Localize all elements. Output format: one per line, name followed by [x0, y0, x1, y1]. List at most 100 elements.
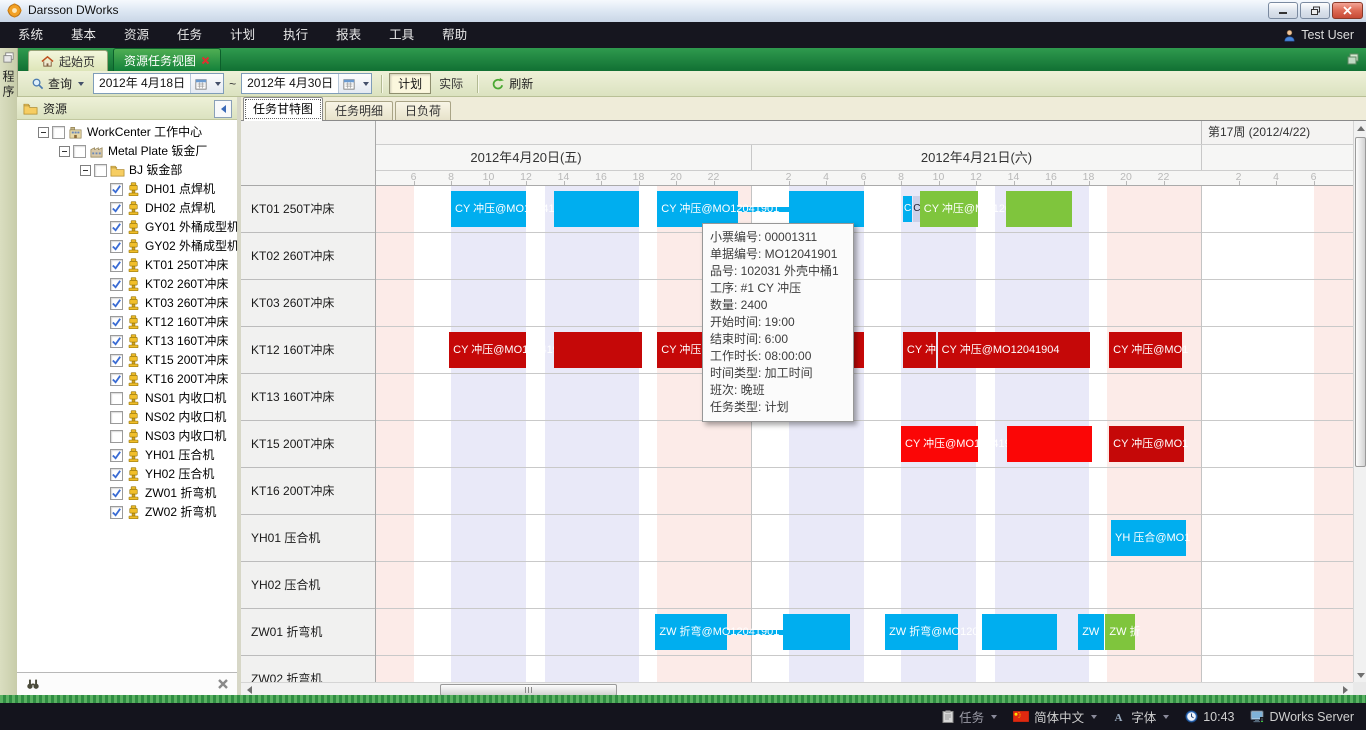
tree-item[interactable]: NS02 内收口机	[17, 408, 237, 427]
task-bar[interactable]	[783, 614, 851, 650]
status-tasks[interactable]: 任务	[942, 707, 997, 726]
task-bar[interactable]: CY 冲压@MO12041904	[449, 332, 526, 368]
task-bar[interactable]: CY 冲压@MO12041903	[901, 426, 978, 462]
checkbox[interactable]	[110, 259, 123, 272]
minimize-button[interactable]	[1268, 2, 1298, 19]
checkbox[interactable]	[110, 392, 123, 405]
menu-item-任务[interactable]: 任务	[163, 22, 216, 48]
view-tab-3[interactable]: 日负荷	[395, 101, 451, 121]
checkbox[interactable]	[110, 354, 123, 367]
date-from-picker[interactable]: 2012年 4月18日	[93, 73, 224, 94]
scroll-up-button[interactable]	[1354, 121, 1366, 135]
tree-item[interactable]: KT03 260T冲床	[17, 294, 237, 313]
checkbox[interactable]	[110, 411, 123, 424]
chevron-down-icon[interactable]	[210, 74, 223, 93]
tab-resource-task-view[interactable]: 资源任务视图	[113, 48, 221, 71]
checkbox[interactable]	[110, 449, 123, 462]
programs-side-strip[interactable]: 程序	[0, 48, 18, 695]
tree-item[interactable]: KT13 160T冲床	[17, 332, 237, 351]
checkbox[interactable]	[110, 430, 123, 443]
binoculars-icon[interactable]	[26, 677, 40, 691]
tree-item[interactable]: KT02 260T冲床	[17, 275, 237, 294]
expander-minus-icon[interactable]	[38, 127, 49, 138]
task-bar[interactable]	[554, 191, 638, 227]
tree-item[interactable]: KT16 200T冲床	[17, 370, 237, 389]
tree-item[interactable]: Metal Plate 钣金厂	[17, 142, 237, 161]
task-bar[interactable]	[789, 191, 864, 227]
status-language[interactable]: 简体中文	[1013, 707, 1097, 726]
menu-item-报表[interactable]: 报表	[322, 22, 375, 48]
tree-item[interactable]: KT01 250T冲床	[17, 256, 237, 275]
menu-item-基本[interactable]: 基本	[57, 22, 110, 48]
vertical-scrollbar[interactable]	[1353, 121, 1366, 682]
close-button[interactable]	[1332, 2, 1363, 19]
task-chip[interactable]: C	[903, 196, 912, 222]
menu-item-计划[interactable]: 计划	[216, 22, 269, 48]
task-bar[interactable]: ZW 折弯@MO12041901	[885, 614, 958, 650]
checkbox[interactable]	[110, 297, 123, 310]
horizontal-scrollbar[interactable]	[241, 682, 1353, 696]
tree-item[interactable]: YH01 压合机	[17, 446, 237, 465]
tree-item[interactable]: NS01 内收口机	[17, 389, 237, 408]
checkbox[interactable]	[73, 145, 86, 158]
task-bar[interactable]: ZW	[1078, 614, 1103, 650]
task-bar[interactable]	[1007, 426, 1092, 462]
task-bar[interactable]	[982, 614, 1057, 650]
task-bar[interactable]	[1006, 191, 1072, 227]
task-bar[interactable]: ZW 折弯@MO12041901	[655, 614, 726, 650]
tree-item[interactable]: NS03 内收口机	[17, 427, 237, 446]
task-bar[interactable]	[554, 332, 642, 368]
date-to-picker[interactable]: 2012年 4月30日	[241, 73, 372, 94]
calendar-icon[interactable]	[190, 74, 210, 93]
window-list-icon[interactable]	[1346, 52, 1360, 66]
menu-item-帮助[interactable]: 帮助	[428, 22, 481, 48]
checkbox[interactable]	[110, 240, 123, 253]
tree-item[interactable]: ZW01 折弯机	[17, 484, 237, 503]
task-bar[interactable]: ZW 折	[1105, 614, 1135, 650]
task-bar[interactable]: CY 冲压@MO1	[1109, 332, 1182, 368]
actual-toggle-button[interactable]: 实际	[431, 74, 471, 93]
tree-item[interactable]: GY01 外桶成型机	[17, 218, 237, 237]
checkbox[interactable]	[110, 202, 123, 215]
tree-item[interactable]: KT15 200T冲床	[17, 351, 237, 370]
tree-item[interactable]: ZW02 折弯机	[17, 503, 237, 522]
clear-x-icon[interactable]	[217, 678, 229, 690]
tree-item[interactable]: GY02 外桶成型机	[17, 237, 237, 256]
stacked-windows-icon[interactable]	[2, 51, 16, 64]
expander-minus-icon[interactable]	[59, 146, 70, 157]
task-bar[interactable]: CY 冲压@MO12041901	[451, 191, 526, 227]
task-bar[interactable]: YH 压合@MO1	[1111, 520, 1186, 556]
checkbox[interactable]	[110, 468, 123, 481]
refresh-button[interactable]: 刷新	[485, 73, 539, 94]
view-tab-2[interactable]: 任务明细	[325, 101, 393, 121]
plan-toggle-button[interactable]: 计划	[389, 73, 431, 94]
task-bar[interactable]: CY 冲压@MO12041902	[920, 191, 978, 227]
checkbox[interactable]	[110, 487, 123, 500]
checkbox[interactable]	[110, 373, 123, 386]
calendar-icon[interactable]	[338, 74, 358, 93]
checkbox[interactable]	[110, 316, 123, 329]
checkbox[interactable]	[110, 221, 123, 234]
menu-item-系统[interactable]: 系统	[4, 22, 57, 48]
status-server[interactable]: DWorks Server	[1250, 710, 1354, 724]
tree-item[interactable]: DH02 点焊机	[17, 199, 237, 218]
task-bar[interactable]: CY 冲压@MO1	[1109, 426, 1184, 462]
status-font[interactable]: A 字体	[1113, 707, 1169, 726]
query-button[interactable]: 查询	[25, 73, 90, 94]
expander-minus-icon[interactable]	[80, 165, 91, 176]
checkbox[interactable]	[110, 183, 123, 196]
vertical-scroll-thumb[interactable]	[1355, 137, 1366, 467]
task-bar[interactable]: CY 冲	[903, 332, 936, 368]
chevron-down-icon[interactable]	[358, 74, 371, 93]
user-badge[interactable]: Test User	[1283, 22, 1354, 48]
checkbox[interactable]	[94, 164, 107, 177]
view-tab-1[interactable]: 任务甘特图	[243, 97, 323, 121]
tree-item[interactable]: DH01 点焊机	[17, 180, 237, 199]
tab-close-icon[interactable]	[201, 56, 210, 65]
tree-item[interactable]: KT12 160T冲床	[17, 313, 237, 332]
tree-item[interactable]: WorkCenter 工作中心	[17, 123, 237, 142]
task-bar[interactable]: CY 冲压@MO12041904	[938, 332, 1091, 368]
checkbox[interactable]	[52, 126, 65, 139]
checkbox[interactable]	[110, 278, 123, 291]
collapse-panel-button[interactable]	[214, 100, 232, 118]
